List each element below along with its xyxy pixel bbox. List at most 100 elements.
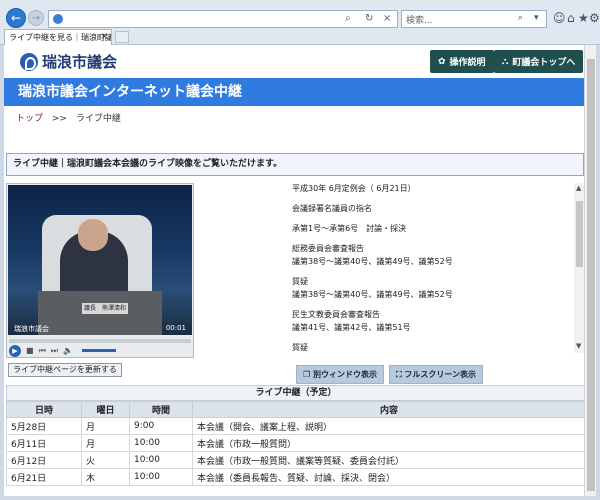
address-bar[interactable]: ⌕ ↻ ×	[48, 10, 398, 28]
header-date: 日時	[6, 401, 82, 418]
agenda-scroll-thumb[interactable]	[576, 201, 583, 267]
video-nameplate: 議長 熊澤清和	[82, 303, 128, 314]
logo-text: 瑞浪市議会	[42, 53, 118, 71]
building-icon: ⛬	[502, 56, 509, 67]
browser-chrome: ← → ⌕ ↻ × 検索... ⌕ ▾ ☺ ⌂ ★ ⚙ ライブ中継を見る｜瑞浪町…	[0, 0, 600, 45]
fullscreen-icon: ⛶	[396, 370, 402, 379]
separate-window-label: 別ウィンドウ表示	[312, 370, 377, 379]
new-tab-button[interactable]	[115, 31, 129, 43]
council-top-label: 町議会トップへ	[512, 58, 576, 68]
schedule-header-row: 日時 曜日 時間 内容	[6, 401, 586, 418]
separate-window-button[interactable]: ❐ 別ウィンドウ表示	[296, 365, 384, 384]
site-logo[interactable]: 瑞浪市議会	[20, 51, 117, 72]
video-screen[interactable]: 議長 熊澤清和 瑞浪市議会 00:01	[8, 185, 192, 335]
browser-tab[interactable]: ライブ中継を見る｜瑞浪町議... ×	[4, 29, 112, 45]
site-header: 瑞浪市議会 ✿ 操作説明 ⛬ 町議会トップへ	[4, 45, 596, 77]
header-content: 内容	[192, 401, 586, 418]
back-arrow-icon: ←	[10, 11, 22, 25]
stop-icon[interactable]: ■	[26, 346, 34, 355]
logo-mark-icon	[20, 52, 38, 71]
agenda-item: 質疑	[292, 277, 308, 286]
play-button[interactable]: ▶	[9, 344, 21, 357]
schedule-weekday: 月	[81, 417, 130, 435]
page-content: 瑞浪市議会 ✿ 操作説明 ⛬ 町議会トップへ 瑞浪市議会インターネット議会中継 …	[4, 45, 596, 496]
seek-bar[interactable]	[9, 339, 191, 343]
search-placeholder: 検索...	[406, 16, 433, 26]
previous-icon[interactable]: ⏮	[39, 346, 46, 356]
next-icon[interactable]: ⏭	[51, 346, 58, 356]
flower-icon: ✿	[438, 56, 446, 67]
help-button[interactable]: ✿ 操作説明	[430, 50, 494, 73]
agenda-item: 議第41号、議第42号、議第51号	[292, 323, 411, 332]
play-icon: ▶	[12, 346, 18, 355]
schedule-time: 10:00	[129, 434, 193, 452]
agenda-item: 会議録署名議員の指名	[292, 204, 372, 213]
header-time: 時間	[129, 401, 193, 418]
schedule-weekday: 木	[81, 468, 130, 486]
window-icon: ❐	[303, 370, 311, 379]
schedule-date: 6月21日	[6, 468, 82, 486]
schedule-content: 本会議（市政一般質問）	[192, 434, 586, 452]
schedule-table: 日時 曜日 時間 内容 5月28日月 9:00 本会議（開会、議案上程、説明） 6月1…	[6, 401, 586, 486]
search-box[interactable]: 検索... ⌕ ▾	[401, 10, 547, 28]
agenda-item: 議第38号～議第40号、議第49号、議第52号	[292, 290, 453, 299]
schedule-date: 6月11日	[6, 434, 82, 452]
breadcrumb: トップ >> ライブ中継	[16, 111, 121, 124]
live-notice: ライブ中継｜瑞浪町議会本会議のライブ映像をご覧いただけます。	[6, 153, 584, 176]
page-title: 瑞浪市議会インターネット議会中継	[4, 78, 596, 106]
agenda-item: 平成30年 6月定例会（ 6月21日）	[292, 184, 416, 193]
search-dropdown-icon[interactable]: ▾	[534, 13, 539, 23]
page-scrollbar[interactable]	[584, 45, 596, 496]
schedule-content: 本会議（市政一般質問、議案等質疑、委員会付託）	[192, 451, 586, 469]
tab-label: ライブ中継を見る｜瑞浪町議...	[9, 33, 112, 42]
player-controls: ▶ ■ ⏮ ⏭ 🔈	[9, 344, 193, 357]
agenda-item: 総務委員会審査報告	[292, 244, 364, 253]
agenda-item: 承第1号～承第6号 討論・採決	[292, 224, 407, 233]
forward-button[interactable]: →	[28, 10, 44, 26]
schedule-row: 5月28日月 9:00 本会議（開会、議案上程、説明）	[6, 417, 586, 435]
breadcrumb-current: ライブ中継	[75, 114, 121, 124]
refresh-icon[interactable]: ↻	[365, 13, 373, 24]
council-top-button[interactable]: ⛬ 町議会トップへ	[494, 50, 584, 73]
schedule-content: 本会議（開会、議案上程、説明）	[192, 417, 586, 435]
schedule-weekday: 月	[81, 434, 130, 452]
breadcrumb-top-link[interactable]: トップ	[16, 114, 43, 124]
back-button[interactable]: ←	[6, 8, 26, 28]
agenda-item: 質疑	[292, 343, 308, 351]
volume-slider[interactable]	[81, 349, 116, 352]
smiley-icon[interactable]: ☺	[553, 11, 566, 25]
scroll-down-icon[interactable]: ▼	[576, 342, 581, 350]
agenda-list: 平成30年 6月定例会（ 6月21日） 会議録署名議員の指名承第1号～承第6号 討…	[292, 183, 574, 351]
scroll-up-icon[interactable]: ▲	[576, 184, 581, 192]
schedule-date: 5月28日	[6, 417, 82, 435]
schedule-time: 10:00	[129, 451, 193, 469]
agenda-item: 議第38号～議第40号、議第49号、議第52号	[292, 257, 453, 266]
help-button-label: 操作説明	[449, 58, 486, 68]
fullscreen-label: フルスクリーン表示	[404, 370, 477, 379]
agenda-item: 民生文教委員会審査報告	[292, 310, 380, 319]
forward-arrow-icon: →	[31, 12, 41, 24]
tab-close-icon[interactable]: ×	[100, 30, 108, 45]
search-icon[interactable]: ⌕	[518, 13, 523, 23]
breadcrumb-separator: >>	[51, 114, 67, 124]
schedule-date: 6月12日	[6, 451, 82, 469]
schedule-row: 6月12日火 10:00 本会議（市政一般質問、議案等質疑、委員会付託）	[6, 451, 586, 469]
settings-icon[interactable]: ⚙	[589, 11, 600, 25]
schedule-weekday: 火	[81, 451, 130, 469]
stop-icon[interactable]: ×	[383, 13, 391, 24]
header-weekday: 曜日	[81, 401, 130, 418]
schedule-row: 6月21日木 10:00 本会議（委員長報告、質疑、討論、採決、閉会）	[6, 468, 586, 486]
page-scroll-thumb[interactable]	[587, 59, 595, 491]
refresh-page-button[interactable]: ライブ中継ページを更新する	[8, 363, 122, 377]
video-speaker-head	[78, 219, 108, 251]
favorites-icon[interactable]: ★	[578, 11, 589, 25]
schedule-time: 9:00	[129, 417, 193, 435]
fullscreen-button[interactable]: ⛶ フルスクリーン表示	[389, 365, 484, 384]
volume-icon[interactable]: 🔈	[63, 346, 73, 355]
site-icon	[53, 14, 63, 24]
schedule-content: 本会議（委員長報告、質疑、討論、採決、閉会）	[192, 468, 586, 486]
schedule-row: 6月11日月 10:00 本会議（市政一般質問）	[6, 434, 586, 452]
address-search-icon[interactable]: ⌕	[345, 13, 351, 24]
home-icon[interactable]: ⌂	[567, 11, 575, 25]
video-player[interactable]: 議長 熊澤清和 瑞浪市議会 00:01 ▶ ■ ⏮ ⏭ 🔈	[6, 183, 194, 358]
